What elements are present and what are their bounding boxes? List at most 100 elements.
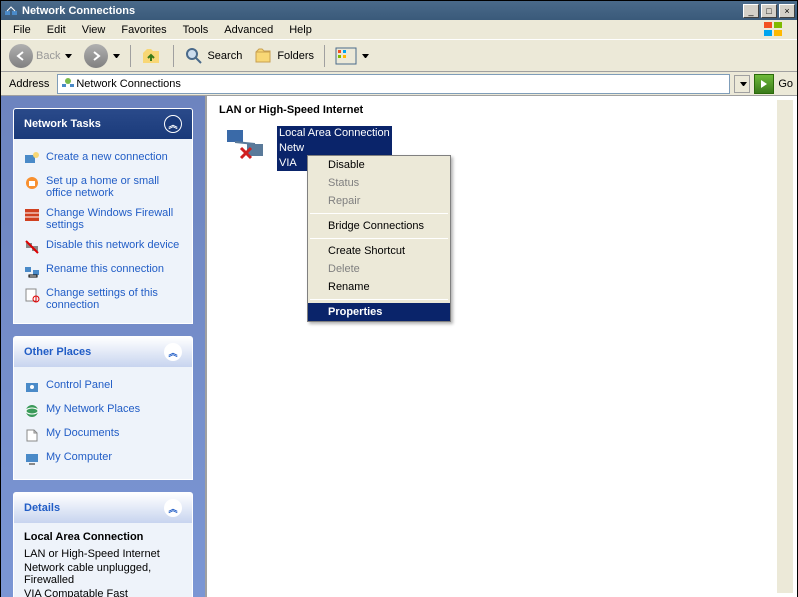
other-places-panel: Other Places ︽ Control Panel My Network … [13,336,193,480]
menu-edit[interactable]: Edit [39,22,74,38]
details-header[interactable]: Details ︽ [14,493,192,523]
network-tasks-panel: Network Tasks ︽ Create a new connection … [13,108,193,324]
task-label: Rename this connection [46,263,164,275]
connection-name: Local Area Connection [277,126,392,141]
go-button[interactable] [754,74,774,94]
control-panel-icon [24,379,40,395]
toolbar-separator [130,45,131,67]
ctx-delete: Delete [308,260,450,278]
content-area: LAN or High-Speed Internet Local Area Co… [205,96,797,597]
place-label: Control Panel [46,379,113,391]
toolbar-separator [324,45,325,67]
menu-help[interactable]: Help [281,22,320,38]
sidebar: Network Tasks ︽ Create a new connection … [1,96,205,597]
chevron-down-icon [113,54,120,58]
rename-icon [24,263,40,279]
address-label: Address [5,78,53,90]
new-connection-icon [24,151,40,167]
ctx-separator [310,213,448,214]
ctx-shortcut[interactable]: Create Shortcut [308,242,450,260]
task-firewall[interactable]: Change Windows Firewall settings [24,203,182,235]
place-label: My Computer [46,451,112,463]
folders-label: Folders [277,50,314,62]
close-button[interactable]: × [779,4,795,18]
network-tasks-body: Create a new connection Set up a home or… [14,139,192,323]
ctx-properties[interactable]: Properties [308,303,450,321]
title-bar: Network Connections _ □ × [1,1,797,20]
go-label: Go [778,78,793,90]
search-button[interactable]: Search [180,44,246,68]
maximize-button[interactable]: □ [761,4,777,18]
task-label: Set up a home or small office network [46,175,182,199]
search-label: Search [207,50,242,62]
minimize-button[interactable]: _ [743,4,759,18]
ctx-bridge[interactable]: Bridge Connections [308,217,450,235]
chevron-down-icon [740,82,747,86]
search-icon [184,46,204,66]
content-inner: LAN or High-Speed Internet Local Area Co… [211,100,793,593]
folder-up-icon [141,45,163,67]
menu-file[interactable]: File [5,22,39,38]
views-button[interactable] [331,45,373,67]
other-places-header[interactable]: Other Places ︽ [14,337,192,367]
disable-device-icon [24,239,40,255]
back-label: Back [36,50,60,62]
ctx-repair: Repair [308,192,450,210]
folders-button[interactable]: Folders [250,44,318,68]
details-panel: Details ︽ Local Area Connection LAN or H… [13,492,193,597]
menu-tools[interactable]: Tools [175,22,217,38]
firewall-icon [24,207,40,223]
place-label: My Network Places [46,403,140,415]
task-change-settings[interactable]: Change settings of this connection [24,283,182,315]
forward-icon [84,44,108,68]
task-label: Create a new connection [46,151,168,163]
place-my-computer[interactable]: My Computer [24,447,182,471]
windows-logo-icon [755,20,793,40]
menu-favorites[interactable]: Favorites [113,22,174,38]
folders-icon [254,46,274,66]
details-body: Local Area Connection LAN or High-Speed … [14,523,192,597]
connection-line2: Netw [277,141,392,156]
views-icon [335,47,357,65]
ctx-rename[interactable]: Rename [308,278,450,296]
connection-icon [225,126,269,166]
chevron-down-icon [362,54,369,58]
place-control-panel[interactable]: Control Panel [24,375,182,399]
ctx-separator [310,299,448,300]
address-dropdown[interactable] [734,75,750,93]
task-create-connection[interactable]: Create a new connection [24,147,182,171]
menu-advanced[interactable]: Advanced [216,22,281,38]
back-icon [9,44,33,68]
collapse-icon: ︽ [164,499,182,517]
up-button[interactable] [137,43,167,69]
context-menu: Disable Status Repair Bridge Connections… [307,155,451,322]
panel-title: Other Places [24,346,91,358]
menu-view[interactable]: View [74,22,114,38]
collapse-icon: ︽ [164,343,182,361]
toolbar: Back Search Folders [1,40,797,72]
network-tasks-header[interactable]: Network Tasks ︽ [14,109,192,139]
panel-title: Network Tasks [24,118,101,130]
address-value: Network Connections [76,78,181,90]
forward-button[interactable] [80,42,124,70]
task-setup-network[interactable]: Set up a home or small office network [24,171,182,203]
ctx-disable[interactable]: Disable [308,156,450,174]
task-disable-device[interactable]: Disable this network device [24,235,182,259]
panel-title: Details [24,502,60,514]
network-folder-icon [60,76,76,92]
home-network-icon [24,175,40,191]
collapse-icon: ︽ [164,115,182,133]
chevron-down-icon [65,54,72,58]
detail-name: Local Area Connection [24,531,182,543]
window-title: Network Connections [22,5,741,17]
ctx-separator [310,238,448,239]
back-button[interactable]: Back [5,42,76,70]
address-bar: Address Network Connections Go [1,72,797,96]
documents-icon [24,427,40,443]
ctx-status: Status [308,174,450,192]
place-my-documents[interactable]: My Documents [24,423,182,447]
place-network-places[interactable]: My Network Places [24,399,182,423]
detail-type: LAN or High-Speed Internet [24,547,182,561]
address-input[interactable]: Network Connections [57,74,730,94]
task-rename[interactable]: Rename this connection [24,259,182,283]
